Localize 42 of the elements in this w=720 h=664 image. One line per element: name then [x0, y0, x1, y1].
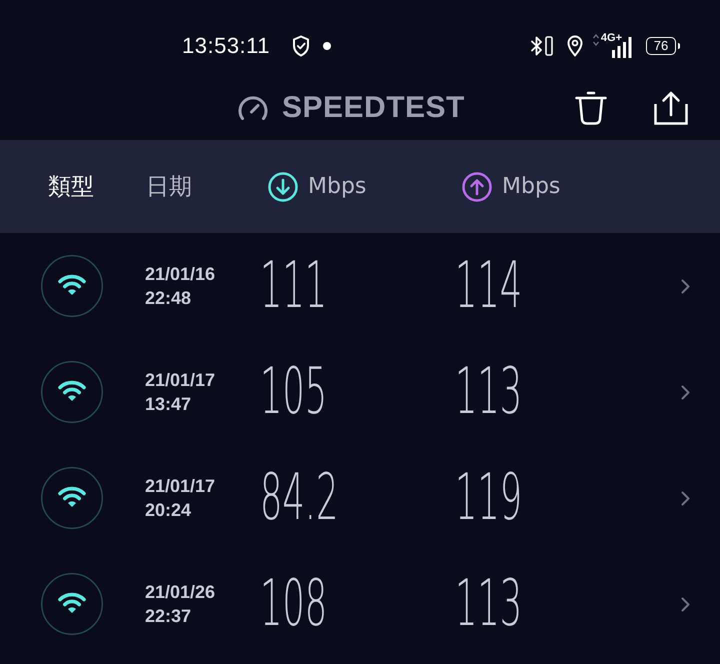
location-pin-icon: [566, 35, 583, 57]
upload-speed: 119: [455, 466, 522, 530]
shield-check-icon: [292, 35, 310, 57]
wifi-icon: [41, 573, 103, 635]
result-date: 21/01/17: [145, 475, 216, 498]
upload-speed: 113: [455, 572, 522, 636]
chevron-icon[interactable]: [681, 490, 690, 506]
data-arrows-icon: [592, 34, 599, 46]
network-type: 4G+: [600, 33, 622, 44]
wifi-icon: [41, 361, 103, 423]
column-header[interactable]: 類型: [48, 171, 94, 202]
trash-icon[interactable]: [575, 91, 607, 125]
column-header[interactable]: 日期: [146, 171, 192, 202]
app-title: SPEEDTEST: [282, 91, 465, 125]
device-battery-icon: [544, 36, 553, 56]
result-time: 22:48: [145, 287, 192, 310]
chevron-icon[interactable]: [681, 384, 690, 400]
upload-speed: 114: [455, 254, 522, 318]
status-time: 13:53:11: [182, 32, 270, 60]
result-time: 20:24: [145, 499, 192, 522]
notification-dot-icon: [323, 42, 332, 50]
gauge-icon: [237, 95, 269, 121]
download-speed: 105: [260, 360, 328, 424]
share-icon[interactable]: [654, 91, 688, 125]
download-speed: 108: [260, 572, 328, 636]
result-time: 22:37: [145, 605, 192, 628]
result-date: 21/01/16: [145, 263, 216, 286]
arrow-down-circle-icon: [268, 172, 298, 202]
result-date: 21/01/26: [145, 581, 216, 604]
wifi-icon: [41, 255, 103, 317]
chevron-icon[interactable]: [681, 278, 690, 294]
column-header[interactable]: Mbps: [308, 174, 366, 199]
download-speed: 111: [260, 254, 328, 318]
wifi-icon: [41, 467, 103, 529]
download-speed: 84.2: [260, 466, 338, 530]
chevron-icon[interactable]: [681, 596, 690, 612]
bluetooth-icon: [530, 36, 543, 56]
column-header[interactable]: Mbps: [502, 174, 560, 199]
result-time: 13:47: [145, 393, 192, 416]
result-date: 21/01/17: [145, 369, 216, 392]
upload-speed: 113: [455, 360, 522, 424]
arrow-up-circle-icon: [462, 172, 492, 202]
